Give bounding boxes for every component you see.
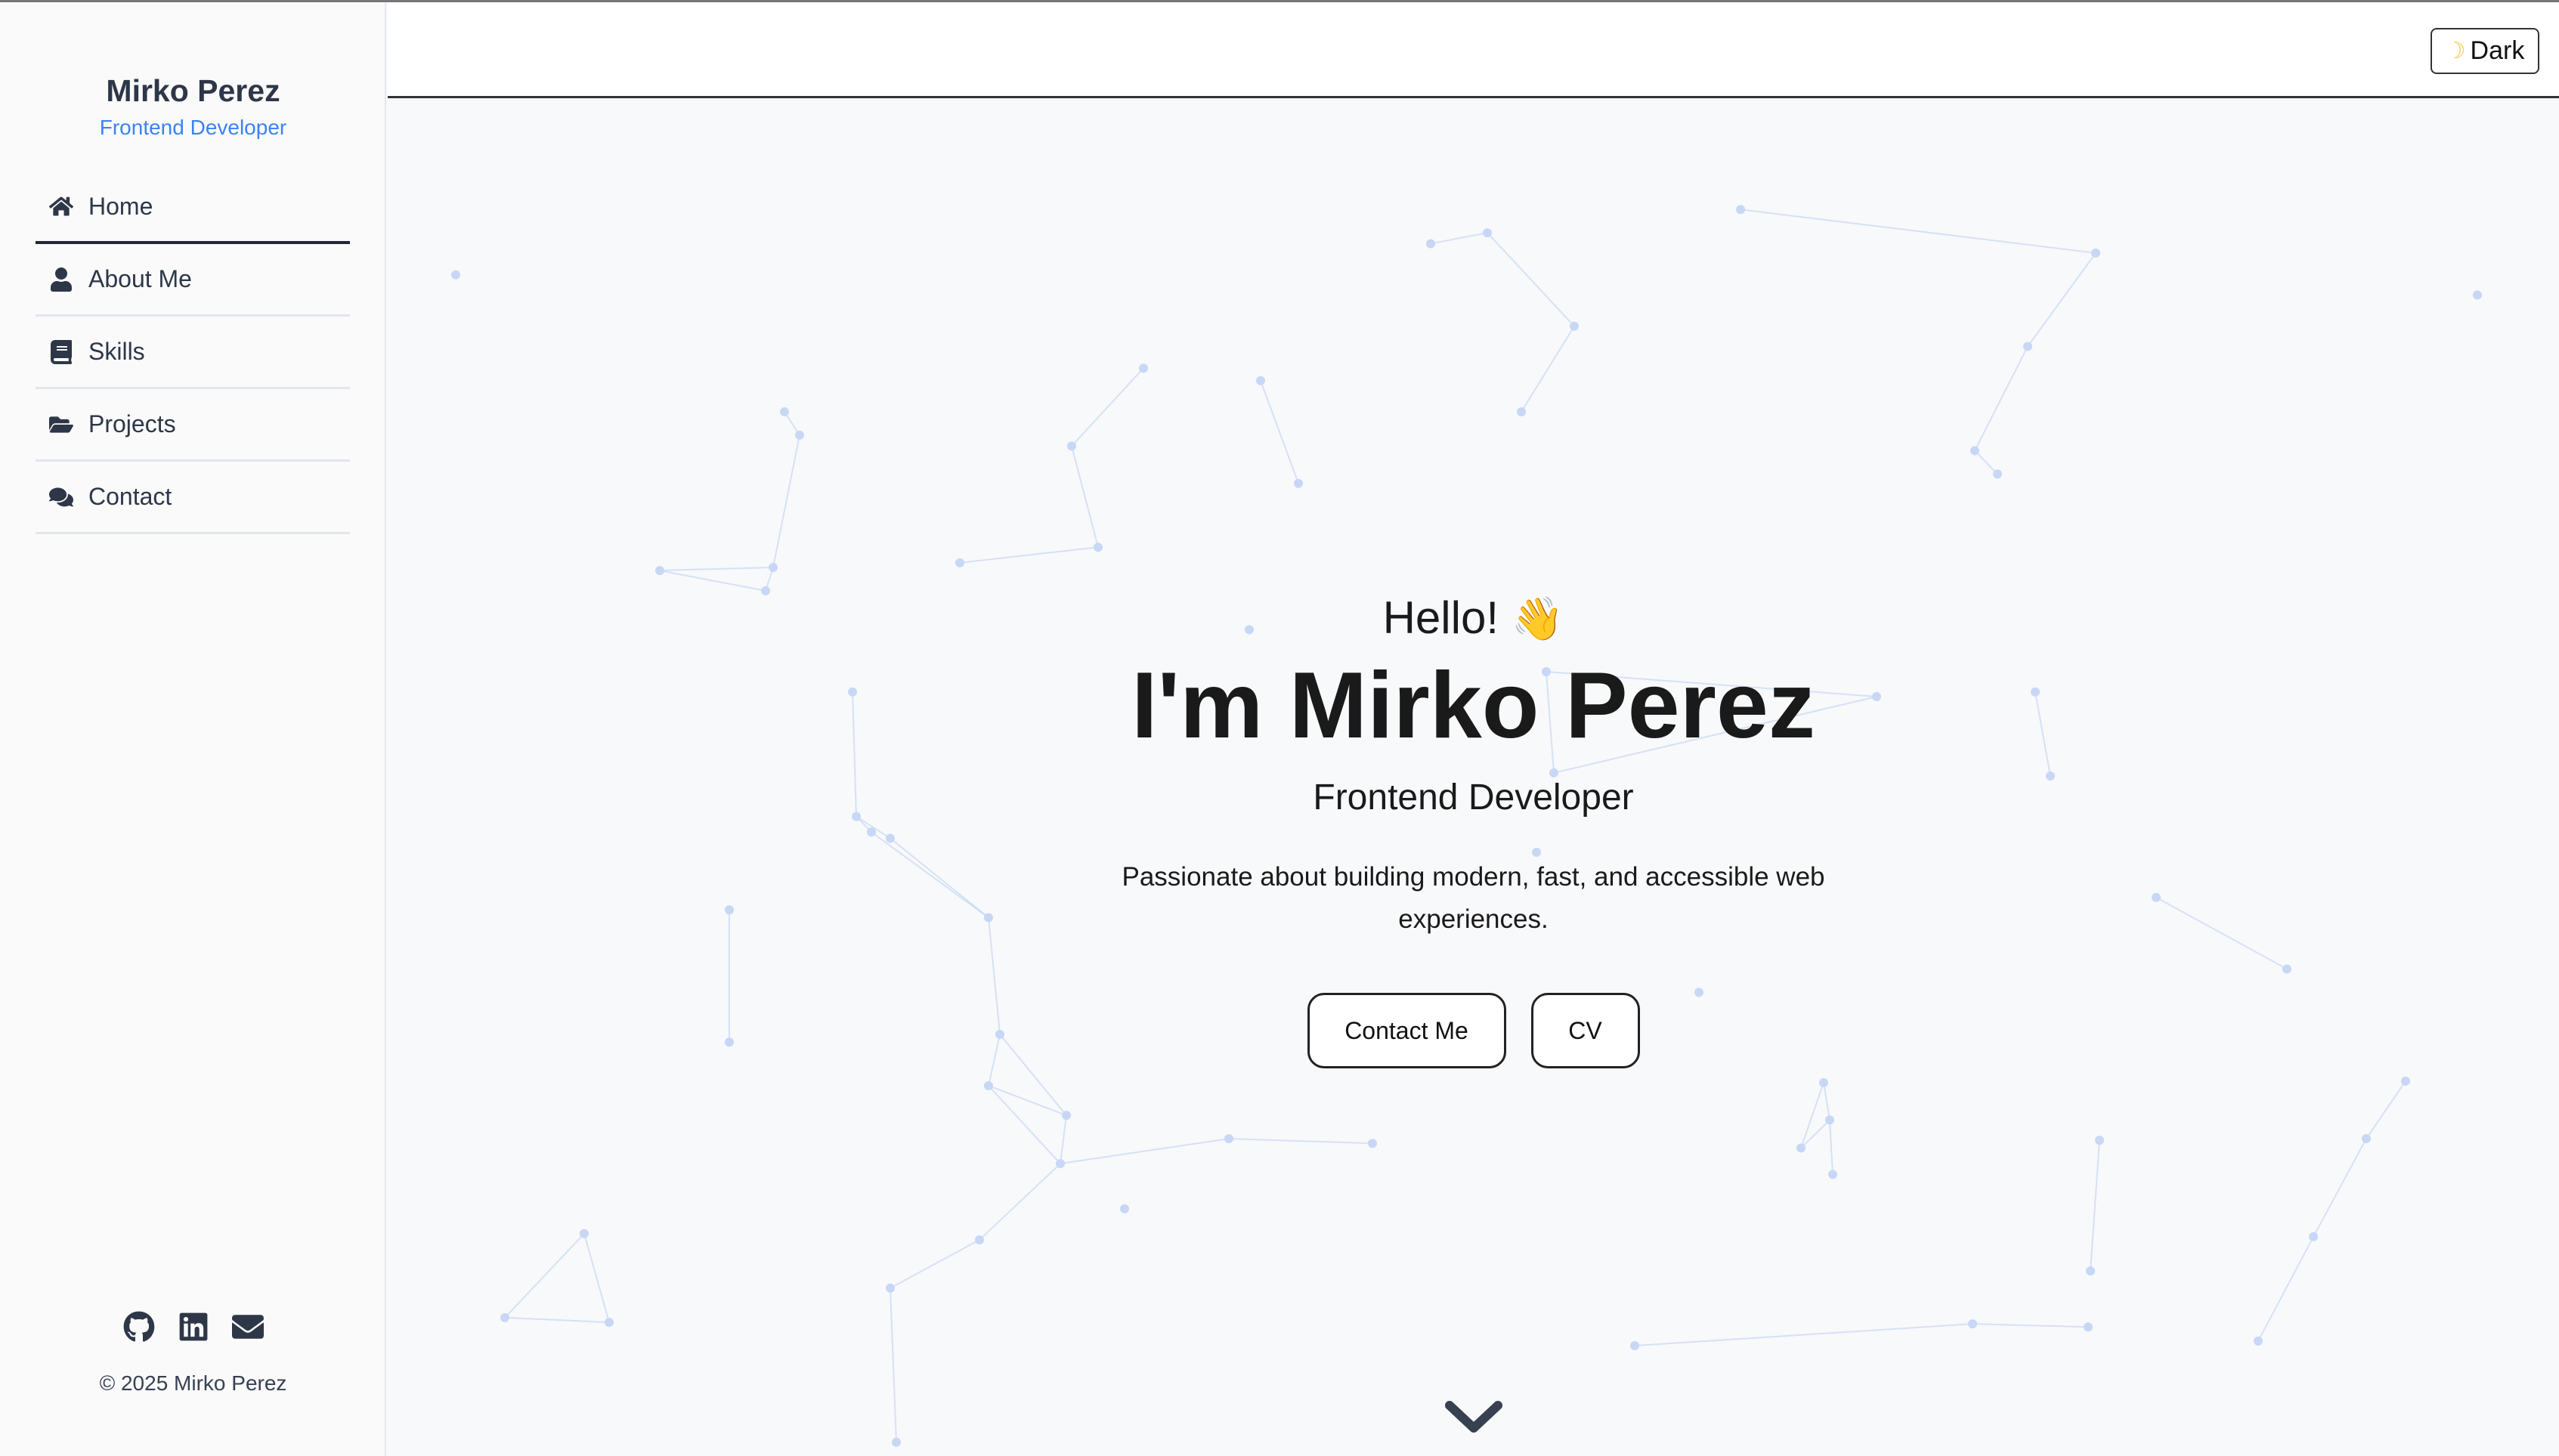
cv-button[interactable]: CV bbox=[1530, 993, 1640, 1068]
sidebar: Mirko Perez Frontend Developer Home Abou… bbox=[0, 2, 386, 1456]
sidebar-name: Mirko Perez bbox=[106, 73, 280, 108]
topbar: ☽ Dark bbox=[388, 2, 2559, 98]
nav-label: Skills bbox=[88, 338, 145, 365]
theme-toggle-button[interactable]: ☽ Dark bbox=[2431, 28, 2539, 74]
hero-section: Hello! 👋 I'm Mirko Perez Frontend Develo… bbox=[388, 100, 2559, 1456]
github-icon[interactable] bbox=[123, 1311, 155, 1343]
book-icon bbox=[48, 338, 75, 366]
hero-greeting: Hello! 👋 bbox=[388, 592, 2559, 644]
sidebar-role: Frontend Developer bbox=[99, 116, 287, 139]
waving-hand-icon: 👋 bbox=[1511, 595, 1564, 642]
copyright: © 2025 Mirko Perez bbox=[99, 1371, 287, 1395]
greeting-text: Hello! bbox=[1382, 592, 1499, 643]
hero-title: I'm Mirko Perez bbox=[1131, 654, 1815, 758]
nav-item-projects[interactable]: Projects bbox=[36, 389, 350, 462]
nav-label: Contact bbox=[88, 483, 172, 510]
nav-item-skills[interactable]: Skills bbox=[36, 317, 350, 389]
nav-item-home[interactable]: Home bbox=[36, 172, 350, 244]
scroll-down-chevron-icon[interactable] bbox=[1443, 1396, 1504, 1439]
home-icon bbox=[48, 193, 75, 220]
theme-label: Dark bbox=[2470, 36, 2525, 65]
contact-me-button[interactable]: Contact Me bbox=[1307, 993, 1506, 1068]
nav-label: Home bbox=[88, 192, 153, 220]
comments-icon bbox=[48, 484, 75, 511]
folder-icon bbox=[48, 411, 75, 438]
page: Mirko Perez Frontend Developer Home Abou… bbox=[0, 0, 2559, 1456]
envelope-icon[interactable] bbox=[231, 1311, 264, 1343]
moon-icon: ☽ bbox=[2445, 39, 2466, 63]
sidebar-nav: Home About Me Skills Projects Contact bbox=[36, 172, 350, 534]
nav-item-contact[interactable]: Contact bbox=[36, 462, 350, 534]
linkedin-icon[interactable] bbox=[178, 1311, 209, 1343]
hero-actions: Contact Me CV bbox=[388, 993, 2559, 1068]
nav-label: Projects bbox=[88, 410, 176, 437]
social-links bbox=[0, 1311, 386, 1343]
hero-description: Passionate about building modern, fast, … bbox=[1122, 862, 1825, 934]
user-icon bbox=[48, 266, 75, 293]
nav-item-about[interactable]: About Me bbox=[36, 244, 350, 317]
hero-role: Frontend Developer bbox=[1313, 777, 1634, 818]
nav-label: About Me bbox=[88, 265, 192, 292]
